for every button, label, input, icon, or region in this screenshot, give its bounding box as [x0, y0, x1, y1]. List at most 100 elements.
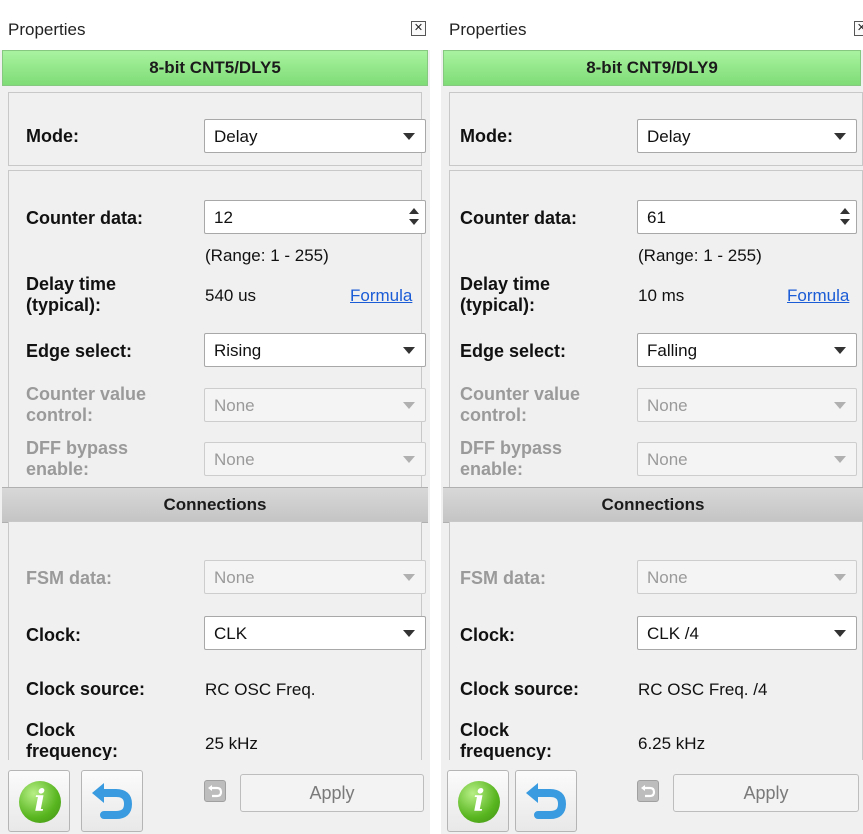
delay-time-label-line1: Delay time: [26, 274, 117, 294]
mode-label: Mode:: [26, 126, 79, 146]
small-undo-icon[interactable]: [637, 780, 659, 802]
fsm-data-dropdown[interactable]: None: [637, 560, 857, 594]
clock-frequency-label: Clock frequency:: [26, 720, 118, 762]
mode-label: Mode:: [460, 126, 513, 146]
info-button[interactable]: i: [447, 770, 509, 832]
clock-source-value: RC OSC Freq.: [205, 680, 316, 699]
undo-button[interactable]: [81, 770, 143, 832]
small-undo-icon[interactable]: [204, 780, 226, 802]
chevron-down-icon: [403, 574, 415, 581]
chevron-down-icon: [834, 630, 846, 637]
connections-header: Connections: [443, 487, 863, 523]
range-hint: (Range: 1 - 255): [205, 246, 329, 265]
close-icon[interactable]: ✕: [854, 21, 863, 36]
counter-value-control-label-line2: control:: [26, 405, 93, 425]
chevron-down-icon: [834, 133, 846, 140]
fsm-data-value: None: [647, 568, 688, 587]
connections-header: Connections: [2, 487, 428, 523]
panel-footer: i Apply: [441, 760, 863, 834]
dff-bypass-label: DFF bypass enable:: [460, 438, 562, 480]
clock-value: CLK /4: [647, 624, 699, 643]
properties-panel-left: Properties ✕ 8-bit CNT5/DLY5 Mode: Delay…: [0, 10, 430, 834]
dff-bypass-label: DFF bypass enable:: [26, 438, 128, 480]
properties-panel-right: Properties ✕ 8-bit CNT9/DLY9 Mode: Delay…: [441, 10, 863, 834]
chevron-down-icon: [834, 347, 846, 354]
delay-time-value: 10 ms: [638, 286, 685, 305]
panel-titlebar: Properties ✕: [0, 10, 430, 50]
counter-value-control-label-line1: Counter value: [460, 384, 581, 404]
clock-dropdown[interactable]: CLK /4: [637, 616, 857, 650]
panel-title: Properties: [449, 20, 527, 39]
dff-bypass-dropdown[interactable]: None: [637, 442, 857, 476]
fsm-data-label: FSM data:: [26, 568, 113, 588]
panel-title: Properties: [8, 20, 86, 39]
counter-data-spinbox[interactable]: 61: [637, 200, 857, 234]
delay-time-value: 540 us: [205, 286, 257, 305]
formula-link[interactable]: Formula: [787, 286, 849, 306]
block-title-header: 8-bit CNT9/DLY9: [443, 50, 861, 86]
clock-source-value: RC OSC Freq. /4: [638, 680, 768, 699]
mode-value: Delay: [214, 127, 258, 146]
undo-arrow-icon: [92, 783, 133, 819]
edge-select-dropdown[interactable]: Rising: [204, 333, 426, 367]
clock-dropdown[interactable]: CLK: [204, 616, 426, 650]
counter-data-value: 12: [214, 208, 233, 227]
counter-data-spinbox[interactable]: 12: [204, 200, 426, 234]
dff-bypass-value: None: [214, 450, 255, 469]
delay-time-label-line2: (typical):: [26, 295, 102, 315]
dff-bypass-dropdown[interactable]: None: [204, 442, 426, 476]
counter-value-control-label: Counter value control:: [460, 384, 580, 426]
fsm-data-dropdown[interactable]: None: [204, 560, 426, 594]
counter-value-control-value: None: [647, 396, 688, 415]
dff-bypass-label-line1: DFF bypass: [460, 438, 563, 458]
apply-button[interactable]: Apply: [240, 774, 424, 812]
counter-value-control-value: None: [214, 396, 255, 415]
fsm-data-value: None: [214, 568, 255, 587]
clock-frequency-value: 6.25 kHz: [638, 734, 706, 753]
chevron-down-icon: [834, 402, 846, 409]
block-title-header: 8-bit CNT5/DLY5: [2, 50, 428, 86]
panel-titlebar: Properties ✕: [441, 10, 863, 50]
mode-dropdown[interactable]: Delay: [637, 119, 857, 153]
dff-bypass-value: None: [647, 450, 688, 469]
counter-data-value: 61: [647, 208, 666, 227]
spinner-arrows-icon[interactable]: [408, 205, 421, 229]
dff-bypass-label-line1: DFF bypass: [26, 438, 129, 458]
clock-frequency-label-line2: frequency:: [460, 741, 553, 761]
counter-value-control-dropdown[interactable]: None: [204, 388, 426, 422]
undo-button[interactable]: [515, 770, 577, 832]
edge-select-value: Rising: [214, 341, 262, 360]
chevron-down-icon: [403, 402, 415, 409]
clock-label: Clock:: [460, 625, 516, 645]
clock-source-label: Clock source:: [26, 679, 146, 699]
chevron-down-icon: [403, 133, 415, 140]
clock-frequency-label-line2: frequency:: [26, 741, 119, 761]
delay-time-label: Delay time (typical):: [26, 274, 116, 316]
clock-frequency-value: 25 kHz: [205, 734, 258, 753]
chevron-down-icon: [403, 347, 415, 354]
counter-data-label: Counter data:: [460, 208, 577, 228]
clock-frequency-label-line1: Clock: [26, 720, 76, 740]
dff-bypass-label-line2: enable:: [26, 459, 90, 479]
clock-label: Clock:: [26, 625, 82, 645]
clock-source-label: Clock source:: [460, 679, 580, 699]
counter-value-control-label: Counter value control:: [26, 384, 146, 426]
clock-frequency-label-line1: Clock: [460, 720, 510, 740]
range-hint: (Range: 1 - 255): [638, 246, 762, 265]
mode-value: Delay: [647, 127, 691, 146]
edge-select-label: Edge select:: [26, 341, 133, 361]
info-button[interactable]: i: [8, 770, 70, 832]
delay-time-label-line1: Delay time: [460, 274, 551, 294]
formula-link[interactable]: Formula: [350, 286, 412, 306]
chevron-down-icon: [403, 456, 415, 463]
apply-button[interactable]: Apply: [673, 774, 859, 812]
info-icon: i: [19, 781, 61, 823]
undo-arrow-icon: [526, 783, 567, 819]
spinner-arrows-icon[interactable]: [839, 205, 852, 229]
mode-dropdown[interactable]: Delay: [204, 119, 426, 153]
edge-select-value: Falling: [647, 341, 698, 360]
close-icon[interactable]: ✕: [411, 21, 426, 36]
counter-value-control-dropdown[interactable]: None: [637, 388, 857, 422]
edge-select-dropdown[interactable]: Falling: [637, 333, 857, 367]
chevron-down-icon: [834, 456, 846, 463]
